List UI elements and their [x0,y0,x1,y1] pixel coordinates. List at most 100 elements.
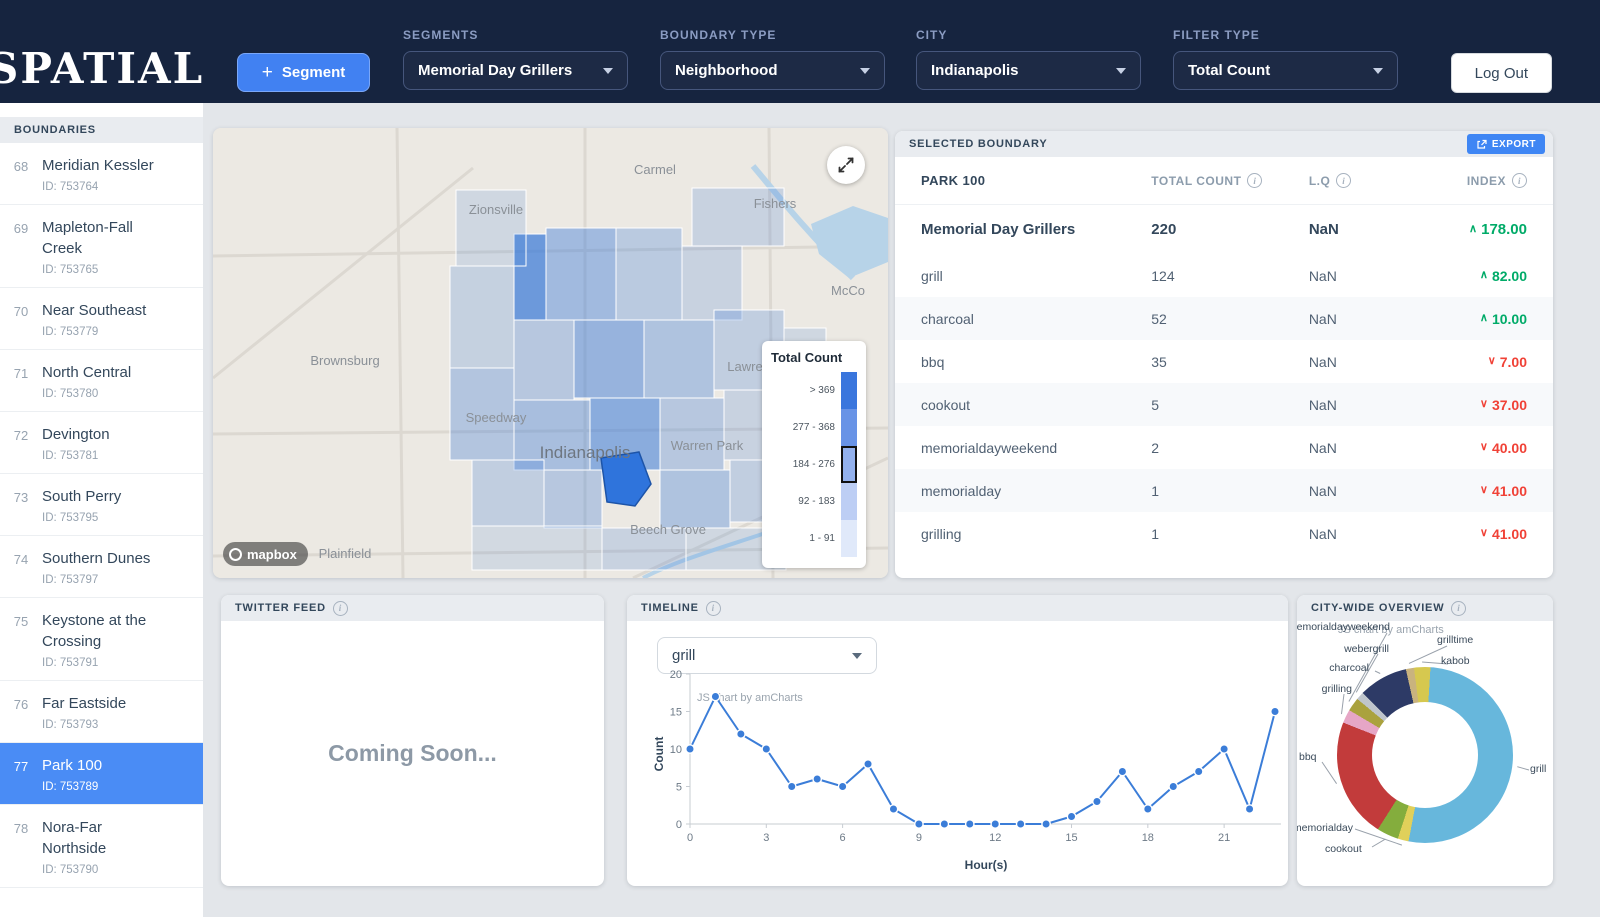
y-tick-label: 15 [670,707,682,719]
legend-title: Total Count [771,350,843,365]
column-lq: L.Q i [1309,173,1418,188]
donut-slice-label: memorialday [1297,822,1353,834]
boundaries-list: 68 Meridian Kessler ID: 753764 69 Mapleton-F… [0,143,203,888]
expand-arrows-icon [838,157,854,173]
selected-boundary-title: SELECTED BOUNDARY [909,138,1048,150]
boundary-list-item[interactable]: 69 Mapleton-Fall Creek ID: 753765 [0,205,203,288]
chevron-down-icon [860,67,870,74]
boundary-list-item[interactable]: 75 Keystone at the Crossing ID: 753791 [0,598,203,681]
choropleth-region[interactable] [659,469,731,529]
timeline-term-value: grill [672,647,696,664]
donut-slice-label: webergrill [1344,643,1389,655]
choropleth-region[interactable] [543,469,603,529]
map-city-label: Carmel [634,162,676,177]
boundary-id: ID: 753765 [42,264,99,276]
boundary-number: 69 [13,221,29,236]
boundary-type-select[interactable]: Neighborhood [660,51,885,90]
term-lq: NaN [1308,525,1337,542]
info-icon[interactable]: i [705,600,721,616]
citywide-body: JS chart by amCharts charcoal grilltime ka… [1297,621,1553,886]
leader-line [1517,766,1530,771]
boundary-type-label: BOUNDARY TYPE [660,28,777,42]
coming-soon-text: Coming Soon... [328,740,497,766]
choropleth-region[interactable] [471,459,545,527]
data-point [685,744,695,754]
selected-boundary-header: SELECTED BOUNDARY EXPORT [895,131,1553,157]
boundary-list-item[interactable]: 71 North Central ID: 753780 [0,350,203,412]
boundary-number: 73 [13,490,29,505]
city-select[interactable]: Indianapolis [916,51,1141,90]
donut-slice-label: bbq [1299,751,1317,763]
y-tick-label: 10 [670,744,682,756]
info-icon[interactable]: i [1336,173,1352,188]
info-icon[interactable]: i [1512,173,1527,188]
data-point [1041,819,1051,829]
map-city-label: Speedway [466,410,527,425]
boundary-number: 75 [13,614,29,629]
choropleth-region[interactable] [643,319,715,399]
boundaries-sidebar: BOUNDARIES 68 Meridian Kessler ID: 753764 6… [0,103,203,917]
term-count: 220 [1151,221,1177,238]
boundary-id: ID: 753791 [42,657,99,669]
legend-color-cell [841,520,857,557]
boundary-list-item[interactable]: 76 Far Eastside ID: 753793 [0,681,203,743]
x-tick-label: 9 [916,832,922,844]
boundary-list-item[interactable]: 78 Nora-Far Northside ID: 753790 [0,805,203,888]
boundary-name: South Perry [42,488,122,505]
donut-hole [1372,702,1478,808]
legend-row: 184 - 276 [771,446,857,483]
legend-range-label: 277 - 368 [792,422,835,433]
term-index: ∧ 10.00 [1479,310,1527,327]
leader-line [1321,761,1338,784]
boundary-list-item[interactable]: 77 Park 100 ID: 753789 [0,743,203,805]
data-point [1015,819,1026,829]
boundary-number: 68 [13,159,29,174]
choropleth-region[interactable] [471,525,603,571]
boundary-list-item[interactable]: 72 Devington ID: 753781 [0,412,203,474]
export-icon [1477,139,1487,149]
column-index: INDEX i [1418,173,1527,188]
mapbox-logo[interactable]: mapbox [223,542,308,566]
logout-button[interactable]: Log Out [1450,53,1552,93]
x-tick-label: 6 [840,832,846,844]
filter-type-select[interactable]: Total Count [1173,51,1398,90]
choropleth-region[interactable] [545,227,617,321]
term-name: memorialdayweekend [921,439,1058,456]
info-icon[interactable]: i [332,600,348,616]
export-label: EXPORT [1491,138,1536,150]
y-tick-label: 5 [676,782,682,794]
y-axis-title: Count [652,737,666,772]
boundary-list-item[interactable]: 70 Near Southeast ID: 753779 [0,288,203,350]
choropleth-region[interactable] [681,245,743,321]
export-button[interactable]: EXPORT [1466,134,1545,154]
x-tick-label: 15 [1065,832,1077,844]
info-icon[interactable]: i [1247,173,1263,188]
timeline-body: grill 0 5 10 15 20 0 3 6 9 12 15 18 21 JS chart by am… [627,621,1288,886]
map-expand-button[interactable] [827,146,865,184]
boundary-list-item[interactable]: 74 Southern Dunes ID: 753797 [0,536,203,598]
citywide-header: CITY-WIDE OVERVIEW i [1297,595,1553,621]
term-name: cookout [921,396,971,413]
boundary-list-item[interactable]: 73 South Perry ID: 753795 [0,474,203,536]
column-total-count: TOTAL COUNT i [1151,173,1309,188]
table-row: memorialdayweekend 2 NaN ∨ 40.00 [895,426,1553,469]
choropleth-region[interactable] [615,227,683,321]
map-panel[interactable]: Carmel Fishers Zionsville Brownsburg Speedwa… [213,128,888,578]
boundary-list-item[interactable]: 68 Meridian Kessler ID: 753764 [0,143,203,205]
choropleth-region[interactable] [513,319,575,401]
boundary-number: 70 [13,304,29,319]
data-point [1168,781,1179,792]
choropleth-region[interactable] [659,397,725,471]
table-row: Memorial Day Grillers 220 NaN ∧ 178.00 [895,205,1553,254]
segments-select[interactable]: Memorial Day Grillers [403,51,628,90]
legend-color-cell [841,409,857,446]
add-segment-button[interactable]: + Segment [237,53,370,92]
choropleth-region[interactable] [449,265,515,369]
twitter-feed-panel: TWITTER FEED i Coming Soon... [221,595,604,886]
timeline-panel: TIMELINE i grill 0 5 10 15 20 0 3 6 9 12 15 18 21 JS … [627,595,1288,886]
boundary-table-header: PARK 100 TOTAL COUNT i L.Q i INDEX i [895,157,1553,205]
term-lq: NaN [1308,310,1337,327]
choropleth-region[interactable] [573,319,645,399]
data-point [990,819,1001,829]
info-icon[interactable]: i [1451,600,1467,616]
